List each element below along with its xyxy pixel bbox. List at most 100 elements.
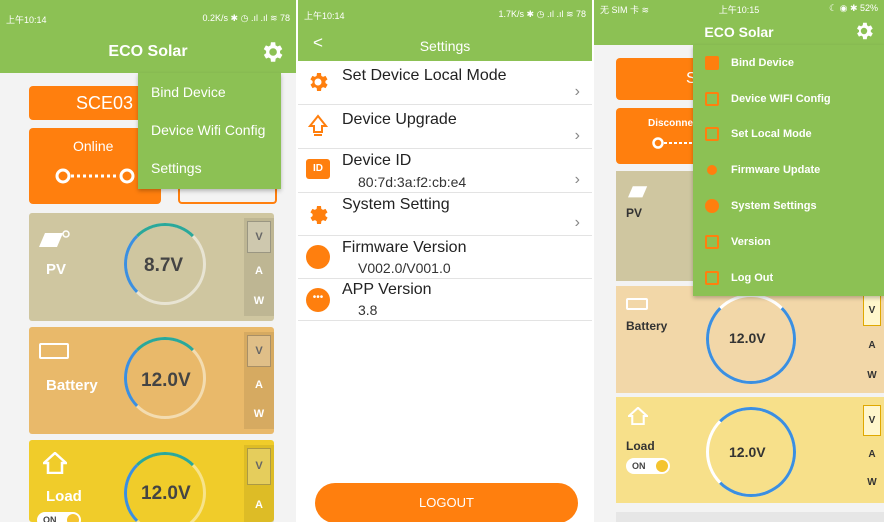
row-device-upgrade[interactable]: Device Upgrade › [298,105,592,149]
unit-v[interactable]: V [863,294,881,326]
gear-icon [705,199,719,214]
toggle-label: ON [43,515,57,522]
battery-icon [39,343,69,359]
status-bar: 无 SIM 卡 ≋ 上午10:15 ☾ ◉ ✱ 52% [594,0,884,15]
settings-cogs-icon [310,206,328,224]
unit-w[interactable]: W [244,286,274,316]
row-title: Device ID [342,152,412,169]
overflow-menu: Bind Device Device WIFI Config Set Local… [693,45,884,296]
battery-card[interactable]: Battery 12.0V V A W [29,327,274,434]
house-icon [43,452,67,474]
unit-a[interactable]: A [860,330,884,360]
pv-label: PV [626,206,643,220]
load-card[interactable]: Load ON 12.0V V A W [616,397,884,503]
menu-item-log-out[interactable]: Log Out [693,260,884,296]
firmware-version-value: V002.0/V001.0 [358,260,451,276]
online-label: Online [73,138,114,154]
menu-item-system-settings[interactable]: System Settings [693,188,884,224]
link-icon [55,168,135,184]
gear-icon[interactable] [853,20,875,42]
row-system-setting[interactable]: System Setting › [298,193,592,236]
menu-item-firmware-update[interactable]: Firmware Update [693,152,884,188]
logout-button[interactable]: LOGOUT [315,483,578,522]
device-button[interactable]: SCE03 [29,86,149,120]
unit-v[interactable]: V [247,335,271,367]
unit-w[interactable]: W [860,360,884,390]
load-unit-selector: V A W [860,401,884,497]
load-value: 12.0V [141,483,191,504]
upload-icon [707,165,717,176]
document-icon [705,234,719,249]
pv-card[interactable]: PV 8.7V V A W [29,213,274,321]
load-card[interactable]: Load ON 12.0V V A [29,440,274,522]
pv-label: PV [46,261,67,278]
house-icon [628,407,648,425]
chat-bubble-icon: ••• [306,288,330,312]
phone-dashboard-side-menu: 无 SIM 卡 ≋ 上午10:15 ☾ ◉ ✱ 52% ECO Solar S … [594,0,884,522]
battery-card[interactable]: Battery 12.0V V A W [616,286,884,393]
row-title: APP Version [342,281,432,298]
menu-item-device-wifi-config[interactable]: Device WIFI Config [693,81,884,117]
wifi-config-icon [705,91,719,106]
menu-item-bind-device[interactable]: Bind Device [693,45,884,81]
menu-label: Device WIFI Config [731,92,831,105]
load-label: Load [626,439,655,453]
load-value: 12.0V [729,444,766,460]
unit-a[interactable]: A [244,370,274,400]
solar-panel-icon [628,186,648,198]
id-card-icon: ID [306,159,330,179]
disconnected-label: Disconne [648,118,694,129]
status-bar: 上午10:14 1.7K/s ✱ ◷ .ıl .ıl ≋ 78 [298,0,592,38]
load-toggle[interactable]: ON [37,512,81,522]
pv-unit-selector: V A W [244,218,274,316]
menu-label: Set Local Mode [731,128,812,141]
load-unit-selector: V A [244,445,274,522]
chevron-right-icon: › [574,214,580,231]
phone-settings: 上午10:14 1.7K/s ✱ ◷ .ıl .ıl ≋ 78 < Settin… [298,0,592,522]
chevron-right-icon: › [574,171,580,188]
battery-unit-selector: V A W [244,332,274,429]
load-label: Load [46,488,82,505]
menu-label: Bind Device [731,56,794,69]
menu-item-bind-device[interactable]: Bind Device [138,73,281,111]
unit-w[interactable]: W [244,399,274,429]
menu-item-settings[interactable]: Settings [138,149,281,187]
status-indicators: 1.7K/s ✱ ◷ .ıl .ıl ≋ 78 [498,9,586,19]
gear-icon[interactable] [259,39,285,65]
status-bar: 上午10:14 0.2K/s ✱ ◷ .ıl .ıl ≋ 78 [0,0,296,38]
menu-item-device-wifi-config[interactable]: Device Wifi Config [138,111,281,149]
row-firmware-version: Firmware Version V002.0/V001.0 [298,236,592,279]
row-set-device-local-mode[interactable]: Set Device Local Mode › [298,61,592,105]
status-time: 上午10:14 [304,11,345,21]
unit-v[interactable]: V [863,405,881,436]
status-indicators: 0.2K/s ✱ ◷ .ıl .ıl ≋ 78 [202,13,290,23]
status-time: 上午10:14 [6,15,47,25]
unit-v[interactable]: V [247,448,271,485]
unit-w[interactable]: W [860,468,884,497]
row-title: Set Device Local Mode [342,67,507,84]
menu-item-set-local-mode[interactable]: Set Local Mode [693,117,884,153]
chevron-right-icon: › [574,127,580,144]
unit-v[interactable]: V [247,221,271,253]
menu-item-version[interactable]: Version [693,224,884,260]
folder-icon [705,127,719,142]
unit-a[interactable]: A [860,440,884,469]
load-toggle[interactable]: ON [626,458,670,474]
app-title: ECO Solar [704,24,774,40]
status-indicators: ☾ ◉ ✱ 52% [829,3,878,13]
screenshot-collage: 上午10:14 0.2K/s ✱ ◷ .ıl .ıl ≋ 78 ECO Sola… [0,0,884,522]
solar-panel-icon [39,230,70,247]
row-app-version: ••• APP Version 3.8 [298,279,592,321]
app-title: ECO Solar [108,43,188,60]
row-title: System Setting [342,196,450,213]
unit-a[interactable]: A [244,256,274,286]
next-card-edge [616,512,884,522]
unit-a[interactable]: A [244,488,274,522]
battery-icon [626,298,648,310]
menu-label: Firmware Update [731,164,821,177]
battery-unit-selector: V A W [860,290,884,390]
settings-title: Settings [419,38,471,54]
pv-value: 8.7V [144,255,184,276]
device-button-label: SCE03 [76,93,134,113]
row-device-id[interactable]: ID Device ID 80:7d:3a:f2:cb:e4 › [298,149,592,193]
